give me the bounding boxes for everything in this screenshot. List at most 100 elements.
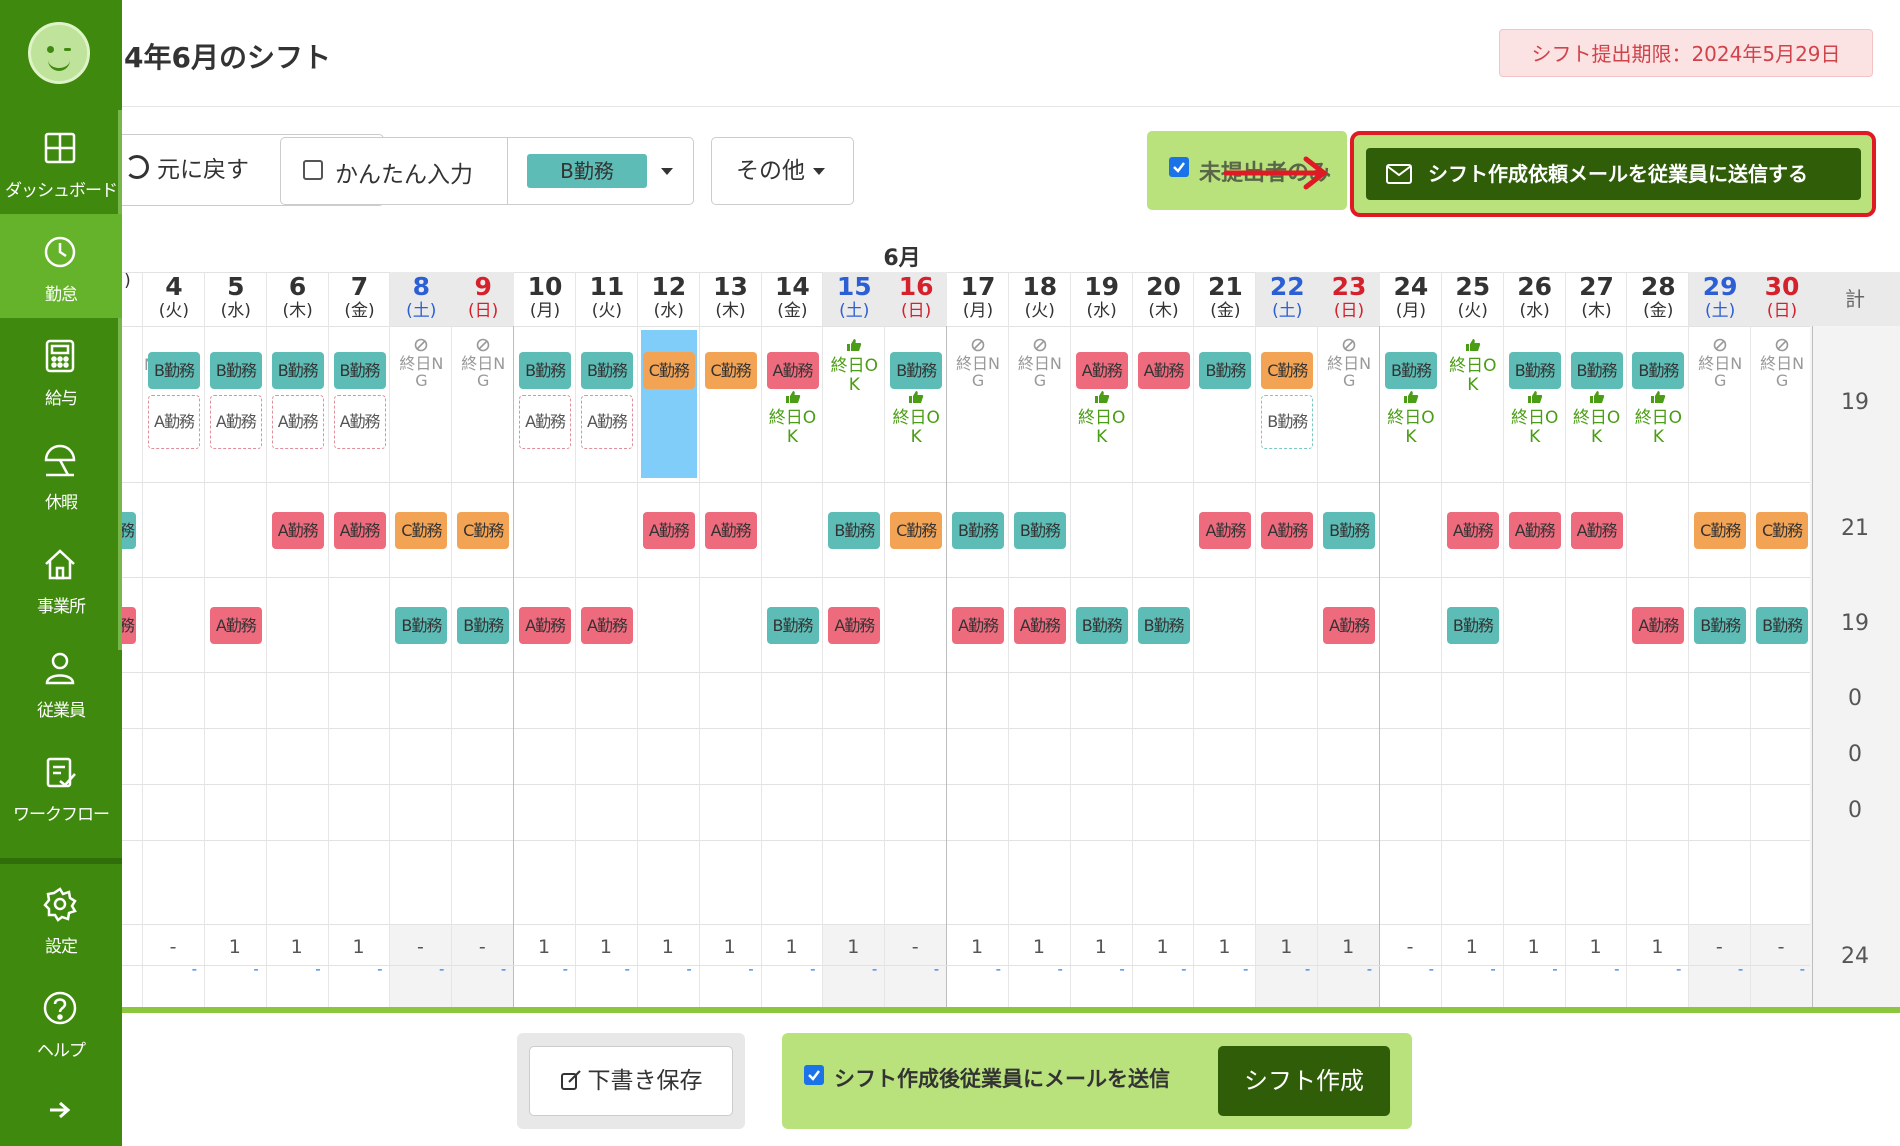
easy-input-label[interactable]: かんたん入力	[335, 155, 473, 189]
shift-cell-b[interactable]: B勤務	[457, 606, 510, 644]
shift-cell-a[interactable]: A勤務	[828, 606, 881, 644]
day-header[interactable]: 29 (土)	[1689, 272, 1752, 326]
shift-cell-a[interactable]: A勤務	[1261, 511, 1314, 549]
day-header[interactable]: 12 (水)	[638, 272, 700, 326]
day-header[interactable]: 10 (月)	[514, 272, 576, 326]
send-after-create-checkbox[interactable]	[804, 1065, 824, 1085]
shift-cell-a[interactable]: A勤務	[1446, 511, 1499, 549]
day-header[interactable]: 7 (金)	[329, 272, 391, 326]
send-after-create-label[interactable]: シフト作成後従業員にメールを送信	[834, 1063, 1170, 1093]
day-header[interactable]: 11 (火)	[576, 272, 638, 326]
shift-cell-a[interactable]: A勤務	[1199, 511, 1252, 549]
requested-shift[interactable]: A勤務	[148, 395, 200, 449]
easy-input-checkbox[interactable]	[303, 160, 323, 180]
shift-cell-b[interactable]: B勤務	[1013, 511, 1066, 549]
other-dropdown-button[interactable]: その他	[711, 137, 854, 205]
shift-cell-b[interactable]: B勤務	[1137, 606, 1190, 644]
day-header[interactable]: 6 (木)	[267, 272, 329, 326]
shift-cell-b[interactable]: B勤務	[1508, 352, 1561, 389]
day-header[interactable]: 14 (金)	[762, 272, 824, 326]
shift-cell-b[interactable]: B勤務	[580, 352, 633, 389]
shift-cell-c[interactable]: C勤務	[704, 352, 757, 389]
sidebar-item-office[interactable]: 事業所	[0, 526, 122, 630]
sidebar-item-leave[interactable]: 休暇	[0, 422, 122, 526]
day-header[interactable]: 16 (日)	[885, 272, 948, 326]
sidebar-item-payroll[interactable]: 給与	[0, 318, 122, 422]
arrow-right-icon[interactable]	[48, 1100, 72, 1120]
day-header[interactable]: 22 (土)	[1256, 272, 1319, 326]
shift-cell-a[interactable]: A勤務	[1323, 606, 1376, 644]
shift-cell-a[interactable]: A勤務	[1075, 352, 1128, 389]
day-header[interactable]: 20 (木)	[1133, 272, 1195, 326]
day-header[interactable]: 21 (金)	[1194, 272, 1256, 326]
day-header[interactable]: 26 (水)	[1504, 272, 1566, 326]
requested-shift[interactable]: B勤務	[1261, 395, 1314, 449]
sidebar-item-attendance[interactable]: 勤怠	[0, 214, 122, 318]
shift-cell-c[interactable]: C勤務	[1756, 511, 1809, 549]
day-header[interactable]: 30 (日)	[1751, 272, 1813, 326]
create-shift-button[interactable]: シフト作成	[1218, 1046, 1390, 1116]
shift-cell-c[interactable]: C勤務	[1261, 352, 1314, 389]
shift-cell-a[interactable]: A勤務	[704, 511, 757, 549]
shift-cell-b[interactable]: B勤務	[1075, 606, 1128, 644]
day-header[interactable]: 24 (月)	[1380, 272, 1442, 326]
shift-cell-a[interactable]: A勤務	[1570, 511, 1623, 549]
shift-cell-b[interactable]: B勤務	[1756, 606, 1809, 644]
shift-cell-a[interactable]: A勤務	[580, 606, 633, 644]
chevron-down-icon[interactable]	[661, 168, 673, 175]
shift-cell-a[interactable]: A勤務	[766, 352, 819, 389]
day-header[interactable]: 17 (月)	[947, 272, 1009, 326]
day-header[interactable]: 15 (土)	[823, 272, 886, 326]
shift-cell-b[interactable]: B勤務	[766, 606, 819, 644]
day-header[interactable]: 19 (水)	[1071, 272, 1133, 326]
shift-cell-b[interactable]: B勤務	[1570, 352, 1623, 389]
shift-cell-b[interactable]: B勤務	[333, 352, 386, 389]
shift-cell-a[interactable]: A勤務	[642, 511, 695, 549]
shift-cell-b[interactable]: B勤務	[271, 352, 324, 389]
shift-cell-a[interactable]: A勤務	[271, 511, 324, 549]
shift-cell-b[interactable]: B勤務	[890, 352, 943, 389]
requested-shift[interactable]: A勤務	[333, 395, 386, 449]
shift-cell-b[interactable]: B勤務	[1199, 352, 1252, 389]
day-header[interactable]: 27 (木)	[1566, 272, 1628, 326]
unsubmitted-checkbox[interactable]	[1169, 157, 1189, 177]
sidebar-item-help[interactable]: ヘルプ	[0, 970, 122, 1074]
requested-shift[interactable]: A勤務	[209, 395, 262, 449]
logo-icon[interactable]	[28, 22, 90, 84]
shift-cell-b[interactable]: B勤務	[519, 352, 572, 389]
shift-cell-a[interactable]: A勤務	[952, 606, 1005, 644]
send-request-mail-button[interactable]: シフト作成依頼メールを従業員に送信する	[1366, 148, 1861, 200]
day-header[interactable]: 18 (火)	[1009, 272, 1071, 326]
shift-cell-b[interactable]: B勤務	[1632, 352, 1685, 389]
shift-type-select[interactable]: B勤務	[527, 154, 647, 188]
shift-cell-c[interactable]: C勤務	[395, 511, 448, 549]
day-header[interactable]: 8 (土)	[390, 272, 453, 326]
shift-cell-b[interactable]: B勤務	[1385, 352, 1437, 389]
sidebar-item-dashboard[interactable]: ダッシュボード	[0, 110, 122, 214]
sidebar-item-settings[interactable]: 設定	[0, 866, 122, 970]
shift-cell-b[interactable]: B勤務	[209, 352, 262, 389]
day-header[interactable]: 9 (日)	[452, 272, 515, 326]
day-header[interactable]: 5 (水)	[205, 272, 267, 326]
requested-shift[interactable]: A勤務	[519, 395, 572, 449]
shift-cell-b[interactable]: B勤務	[1446, 606, 1499, 644]
day-header[interactable]: 13 (木)	[700, 272, 762, 326]
day-header[interactable]: 25 (火)	[1442, 272, 1504, 326]
requested-shift[interactable]: A勤務	[580, 395, 633, 449]
shift-cell-b[interactable]: B勤務	[828, 511, 881, 549]
day-header[interactable]: 28 (金)	[1627, 272, 1689, 326]
shift-cell-c[interactable]: C勤務	[642, 352, 695, 389]
sidebar-item-workflow[interactable]: ワークフロー	[0, 734, 122, 838]
shift-cell-a[interactable]: A勤務	[333, 511, 386, 549]
shift-cell-a[interactable]: A勤務	[1632, 606, 1685, 644]
shift-cell-b[interactable]: B勤務	[952, 511, 1005, 549]
shift-cell-b[interactable]: B勤務	[1323, 511, 1376, 549]
shift-cell-c[interactable]: C勤務	[1694, 511, 1747, 549]
shift-cell-a[interactable]: A勤務	[1013, 606, 1066, 644]
shift-cell-c[interactable]: C勤務	[457, 511, 510, 549]
shift-cell-a[interactable]: A勤務	[519, 606, 572, 644]
shift-cell-a[interactable]: A勤務	[1508, 511, 1561, 549]
shift-cell-a[interactable]: A勤務	[1137, 352, 1190, 389]
day-header[interactable]: 4 (火)	[143, 272, 205, 326]
shift-cell-b[interactable]: B勤務	[395, 606, 448, 644]
